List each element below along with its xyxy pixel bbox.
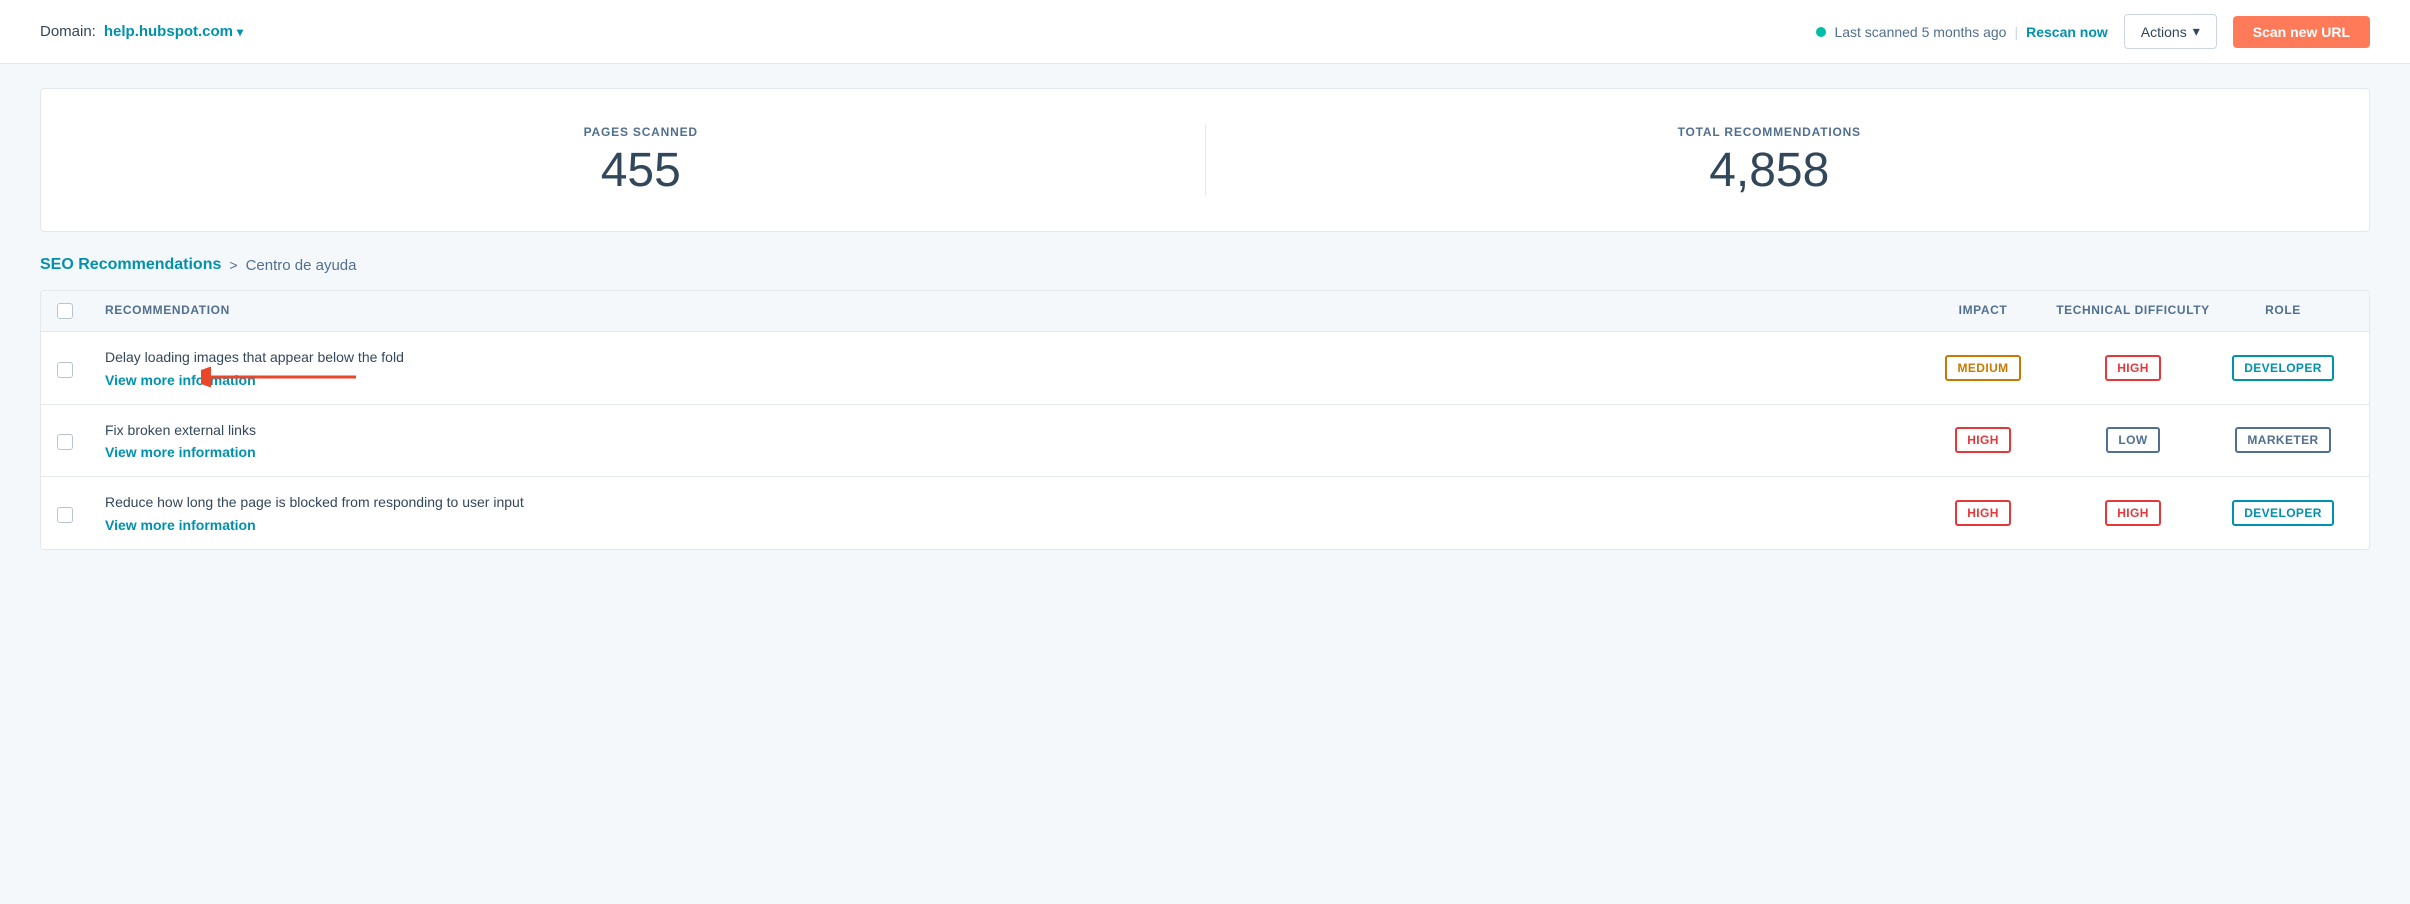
pages-scanned-value: 455 [77,147,1205,195]
row-3-role-badge: DEVELOPER [2232,500,2334,526]
stats-section: PAGES SCANNED 455 TOTAL RECOMMENDATIONS … [40,88,2370,232]
row-3-view-more-link[interactable]: View more information [105,517,1913,533]
row-1-difficulty-cell: HIGH [2053,355,2213,381]
domain-label: Domain: [40,23,96,40]
row-1-role-badge: DEVELOPER [2232,355,2334,381]
row-2-difficulty-cell: LOW [2053,427,2213,453]
row-2-title: Fix broken external links [105,421,1913,441]
row-1-checkbox[interactable] [57,362,73,378]
row-1-title: Delay loading images that appear below t… [105,348,1913,368]
row-2-checkbox[interactable] [57,434,73,450]
row-3-role-cell: DEVELOPER [2213,500,2353,526]
page-header: Domain: help.hubspot.com ▾ Last scanned … [0,0,2410,64]
total-recommendations-label: TOTAL RECOMMENDATIONS [1206,125,2334,139]
row-2-role-cell: MARKETER [2213,427,2353,453]
checkbox-header-cell [57,303,105,319]
breadcrumb-separator: > [229,257,237,273]
table-header-row: RECOMMENDATION IMPACT TECHNICAL DIFFICUL… [41,291,2369,332]
actions-button[interactable]: Actions ▾ [2124,14,2217,49]
seo-recommendations-breadcrumb[interactable]: SEO Recommendations [40,256,221,274]
chevron-down-icon: ▾ [237,25,243,39]
impact-column-header: IMPACT [1913,303,2053,319]
scan-new-url-button[interactable]: Scan new URL [2233,16,2370,48]
table-row: Fix broken external links View more info… [41,405,2369,478]
table-row: Delay loading images that appear below t… [41,332,2369,405]
row-2-checkbox-cell [57,430,105,450]
row-1-checkbox-cell [57,358,105,378]
select-all-checkbox[interactable] [57,303,73,319]
header-left: Domain: help.hubspot.com ▾ [40,23,243,40]
row-1-role-cell: DEVELOPER [2213,355,2353,381]
row-1-impact-badge: MEDIUM [1945,355,2020,381]
row-3-checkbox-cell [57,503,105,523]
role-column-header: ROLE [2213,303,2353,319]
row-2-impact-cell: HIGH [1913,427,2053,453]
rescan-link[interactable]: Rescan now [2026,24,2108,40]
recommendation-column-header: RECOMMENDATION [105,303,1913,319]
row-3-difficulty-badge: HIGH [2105,500,2161,526]
table-row: Reduce how long the page is blocked from… [41,477,2369,549]
pages-scanned-label: PAGES SCANNED [77,125,1205,139]
row-3-title: Reduce how long the page is blocked from… [105,493,1913,513]
row-3-rec-cell: Reduce how long the page is blocked from… [105,493,1913,533]
recommendations-table: RECOMMENDATION IMPACT TECHNICAL DIFFICUL… [40,290,2370,550]
breadcrumb-current: Centro de ayuda [246,257,357,274]
row-2-rec-cell: Fix broken external links View more info… [105,421,1913,461]
pipe-separator: | [2014,24,2018,40]
row-3-impact-cell: HIGH [1913,500,2053,526]
scan-status-text: Last scanned 5 months ago [1834,24,2006,40]
row-3-impact-badge: HIGH [1955,500,2011,526]
row-3-difficulty-cell: HIGH [2053,500,2213,526]
status-dot-icon [1816,27,1826,37]
domain-link[interactable]: help.hubspot.com ▾ [104,23,243,40]
row-2-role-badge: MARKETER [2235,427,2330,453]
row-1-view-more-link[interactable]: View more information [105,372,1913,388]
breadcrumb: SEO Recommendations > Centro de ayuda [0,256,2410,274]
total-recommendations-value: 4,858 [1206,147,2334,195]
row-1-difficulty-badge: HIGH [2105,355,2161,381]
row-2-difficulty-badge: LOW [2106,427,2159,453]
row-1-rec-cell: Delay loading images that appear below t… [105,348,1913,388]
row-3-checkbox[interactable] [57,507,73,523]
total-recommendations-block: TOTAL RECOMMENDATIONS 4,858 [1205,125,2334,195]
pages-scanned-block: PAGES SCANNED 455 [77,125,1205,195]
chevron-down-icon: ▾ [2193,23,2200,40]
row-2-impact-badge: HIGH [1955,427,2011,453]
row-2-view-more-link[interactable]: View more information [105,444,1913,460]
row-1-impact-cell: MEDIUM [1913,355,2053,381]
technical-difficulty-column-header: TECHNICAL DIFFICULTY [2053,303,2213,319]
scan-status: Last scanned 5 months ago | Rescan now [1816,24,2107,40]
header-right: Last scanned 5 months ago | Rescan now A… [1816,14,2370,49]
